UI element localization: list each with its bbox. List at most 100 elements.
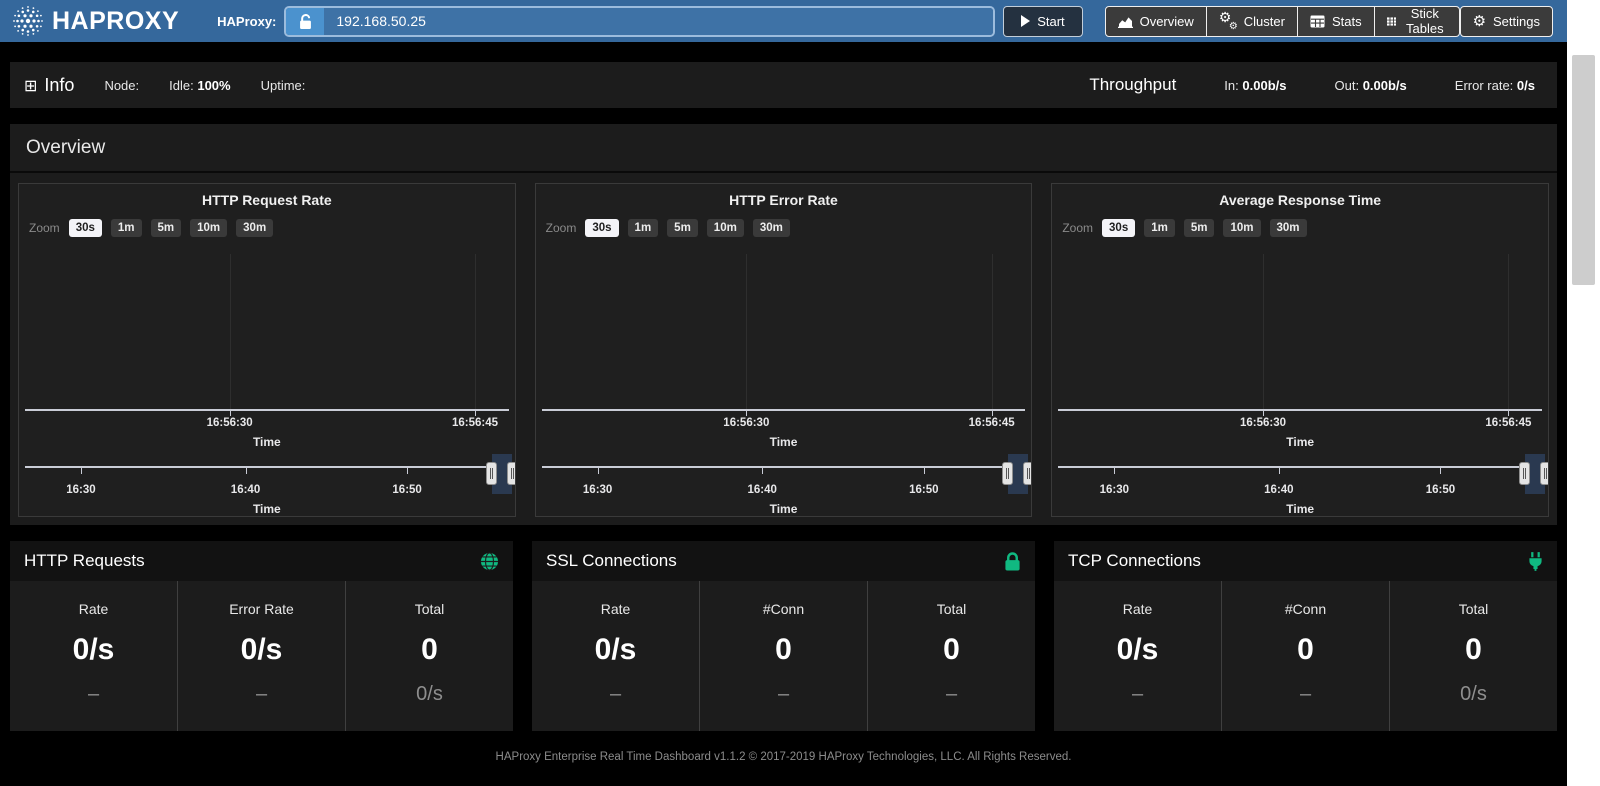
plot-gridline [475,254,476,409]
navigator-tick [246,468,247,474]
brand: HAPROXY [12,5,179,37]
zoom-30s-button[interactable]: 30s [585,219,618,237]
zoom-5m-button[interactable]: 5m [151,219,182,237]
x-tick-label: 16:56:30 [207,417,253,429]
navigator-handle-right[interactable] [1540,462,1549,485]
navigator-tick-label: 16:30 [1100,484,1129,496]
info-label: Info [44,75,74,96]
info-bar: ⊞ Info Node: Idle: 100% Uptime: Throughp… [10,62,1557,108]
navigator-tick [924,468,925,474]
node-label: Node: [104,78,139,93]
scrollbar-thumb[interactable] [1572,55,1595,285]
unlock-button[interactable] [286,8,324,35]
zoom-controls: Zoom 30s 1m 5m 10m 30m [546,219,790,237]
lock-icon [1004,552,1021,571]
navigator-handle-left[interactable] [486,462,497,485]
haproxy-address-input[interactable] [324,8,993,35]
zoom-1m-button[interactable]: 1m [628,219,659,237]
expand-info-icon[interactable]: ⊞ [24,76,37,95]
zoom-1m-button[interactable]: 1m [111,219,142,237]
navigator-selected-range[interactable] [1008,454,1028,494]
navigator-tick-label: 16:40 [231,484,260,496]
zoom-label: Zoom [546,221,577,235]
stat-conn: #Conn 0 – [1221,581,1389,731]
card-title: HTTP Requests [24,551,145,571]
stat-total: Total 0 – [867,581,1035,731]
stat-total: Total 0 0/s [345,581,513,731]
dashboard-page: HAPROXY HAProxy: Start Overview [0,0,1567,786]
uptime-label: Uptime: [261,78,306,93]
stat-total: Total 0 0/s [1389,581,1557,731]
brand-name: HAPROXY [52,7,179,36]
chart-http-request-rate: HTTP Request Rate Zoom 30s 1m 5m 10m 30m… [18,183,516,517]
zoom-30s-button[interactable]: 30s [1102,219,1135,237]
x-axis-line [1058,409,1542,411]
charts-row: HTTP Request Rate Zoom 30s 1m 5m 10m 30m… [10,173,1557,517]
haproxy-logo-icon [12,5,44,37]
address-input-group [284,6,995,37]
navigator-tick-label: 16:40 [1264,484,1293,496]
zoom-1m-button[interactable]: 1m [1144,219,1175,237]
x-axis-tick [475,411,476,416]
idle-stat: Idle: 100% [169,78,230,93]
navigator-tick [1440,468,1441,474]
grid-icon [1387,15,1396,28]
x-tick-label: 16:56:45 [969,417,1015,429]
chart-title: HTTP Error Rate [536,192,1032,208]
zoom-10m-button[interactable]: 10m [190,219,227,237]
settings-button[interactable]: ⚙ Settings [1460,6,1553,37]
navigator-axis-title: Time [1052,502,1548,516]
top-navbar: HAPROXY HAProxy: Start Overview [0,0,1567,42]
plot-gridline [1508,254,1509,409]
stick-tables-button[interactable]: Stick Tables [1374,6,1460,37]
x-axis-tick [746,411,747,416]
chart-title: Average Response Time [1052,192,1548,208]
throughput-error-rate: Error rate: 0/s [1455,78,1535,93]
x-axis-line [25,409,509,411]
stat-rate: Rate 0/s – [1054,581,1221,731]
x-tick-label: 16:56:45 [452,417,498,429]
scrollbar[interactable] [1567,0,1600,786]
navigator-tick [598,468,599,474]
zoom-30m-button[interactable]: 30m [236,219,273,237]
throughput-title: Throughput [1089,75,1176,95]
address-label: HAProxy: [217,14,276,29]
navigator-selected-range[interactable] [492,454,512,494]
navigator-handle-left[interactable] [1519,462,1530,485]
table-icon [1310,15,1325,28]
cluster-button[interactable]: ⚙⚙ Cluster [1206,6,1298,37]
card-tcp-connections: TCP Connections Rate 0/s – [1054,541,1557,731]
zoom-30s-button[interactable]: 30s [69,219,102,237]
zoom-controls: Zoom 30s 1m 5m 10m 30m [29,219,273,237]
zoom-10m-button[interactable]: 10m [1223,219,1260,237]
throughput-group: Throughput In: 0.00b/s Out: 0.00b/s Erro… [1089,75,1543,95]
zoom-label: Zoom [1062,221,1093,235]
overview-section-title: Overview [10,124,1557,173]
navigator-axis-line [25,466,509,468]
x-axis-tick [1508,411,1509,416]
zoom-10m-button[interactable]: 10m [707,219,744,237]
zoom-5m-button[interactable]: 5m [1184,219,1215,237]
navigator-handle-left[interactable] [1002,462,1013,485]
card-http-requests: HTTP Requests Rate 0/s – Error Rate [10,541,513,731]
x-tick-label: 16:56:30 [723,417,769,429]
zoom-5m-button[interactable]: 5m [667,219,698,237]
chart-title: HTTP Request Rate [19,192,515,208]
stats-button[interactable]: Stats [1297,6,1375,37]
area-chart-icon [1118,15,1133,28]
navigator-handle-right[interactable] [1023,462,1032,485]
navigator-tick [1279,468,1280,474]
navigator-handle-right[interactable] [507,462,516,485]
navigator-axis-title: Time [536,502,1032,516]
navigator-selected-range[interactable] [1525,454,1545,494]
overview-button[interactable]: Overview [1105,6,1207,37]
x-axis-tick [230,411,231,416]
card-ssl-connections: SSL Connections Rate 0/s – #Conn 0 – [532,541,1035,731]
stat-error-rate: Error Rate 0/s – [177,581,345,731]
start-button[interactable]: Start [1003,6,1082,37]
navigator-axis-title: Time [19,502,515,516]
zoom-30m-button[interactable]: 30m [753,219,790,237]
navigator-tick [762,468,763,474]
zoom-30m-button[interactable]: 30m [1270,219,1307,237]
x-axis-line [542,409,1026,411]
